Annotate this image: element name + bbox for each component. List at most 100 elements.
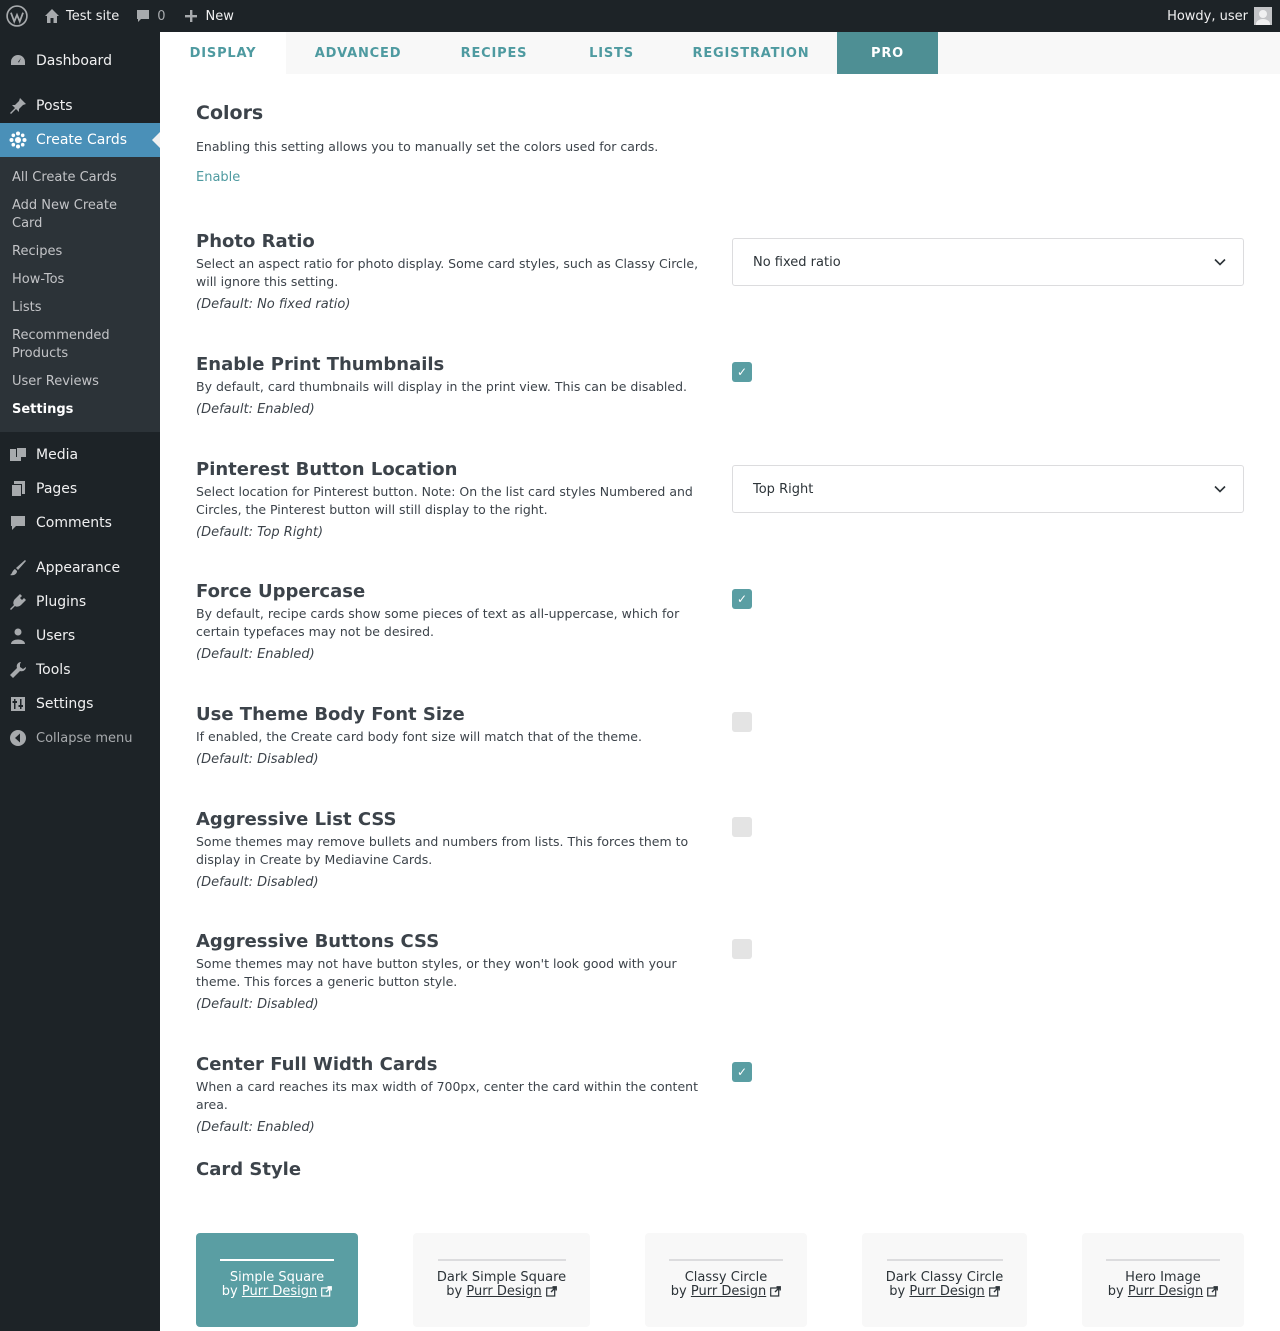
setting-title: Pinterest Button Location [196, 459, 458, 480]
menu-media[interactable]: Media [0, 438, 160, 472]
center-full-width-checkbox[interactable]: ✓ [732, 1062, 752, 1082]
tab-lists[interactable]: LISTS [558, 32, 665, 74]
menu-create-cards[interactable]: Create Cards [0, 123, 160, 157]
card-style-byline: by Purr Design [889, 1284, 1000, 1301]
submenu-lists[interactable]: Lists [0, 294, 160, 322]
menu-tools[interactable]: Tools [0, 653, 160, 687]
submenu-user-reviews[interactable]: User Reviews [0, 368, 160, 396]
tab-advanced[interactable]: ADVANCED [286, 32, 430, 74]
setting-description: When a card reaches its max width of 700… [196, 1079, 698, 1112]
settings-main: DISPLAY ADVANCED RECIPES LISTS REGISTRAT… [160, 32, 1280, 1331]
purr-design-link[interactable]: Purr Design [466, 1284, 541, 1299]
theme-font-size-checkbox[interactable] [732, 712, 752, 732]
menu-posts[interactable]: Posts [0, 89, 160, 123]
purr-design-link[interactable]: Purr Design [1128, 1284, 1203, 1299]
users-icon [8, 626, 28, 646]
purr-design-link[interactable]: Purr Design [691, 1284, 766, 1299]
pushpin-icon [8, 96, 28, 116]
print-thumbnails-checkbox[interactable]: ✓ [732, 362, 752, 382]
by-label: by [1107, 1284, 1124, 1299]
setting-default: (Default: Top Right) [196, 525, 324, 540]
submenu-how-tos[interactable]: How-Tos [0, 266, 160, 294]
menu-posts-label: Posts [36, 98, 73, 114]
setting-default: (Default: Disabled) [196, 997, 319, 1012]
setting-title: Photo Ratio [196, 231, 315, 252]
collapse-menu-button[interactable]: Collapse menu [0, 721, 160, 755]
menu-pages-label: Pages [36, 481, 78, 497]
card-divider [1106, 1259, 1220, 1261]
force-uppercase-checkbox[interactable]: ✓ [732, 589, 752, 609]
photo-ratio-select[interactable]: No fixed ratio [732, 238, 1244, 286]
card-style-name: Dark Simple Square [436, 1270, 567, 1285]
select-value: No fixed ratio [753, 254, 841, 270]
setting-description: Select location for Pinterest button. No… [196, 484, 693, 517]
submenu-recommended-products[interactable]: Recommended Products [0, 322, 110, 368]
menu-dashboard[interactable]: Dashboard [0, 44, 160, 78]
external-link-icon [1207, 1286, 1219, 1301]
card-style-hero-image[interactable]: Hero Image by Purr Design [1082, 1233, 1244, 1327]
submenu-add-new-create-card[interactable]: Add New Create Card [0, 192, 160, 238]
aggressive-list-css-checkbox[interactable] [732, 817, 752, 837]
submenu-all-create-cards[interactable]: All Create Cards [0, 164, 160, 192]
card-style-dark-classy-circle[interactable]: Dark Classy Circle by Purr Design [862, 1233, 1027, 1327]
menu-comments-label: Comments [36, 515, 112, 531]
by-label: by [889, 1284, 906, 1299]
card-divider [437, 1259, 566, 1261]
pinterest-location-select[interactable]: Top Right [732, 465, 1244, 513]
card-style-dark-simple-square[interactable]: Dark Simple Square by Purr Design [413, 1233, 590, 1327]
tab-recipes[interactable]: RECIPES [430, 32, 558, 74]
by-label: by [446, 1284, 463, 1299]
site-name-link[interactable]: Test site [36, 0, 127, 32]
chevron-down-icon [1213, 255, 1227, 273]
menu-settings[interactable]: Settings [0, 687, 160, 721]
setting-description: Select an aspect ratio for photo display… [196, 256, 699, 289]
checkmark-icon: ✓ [736, 592, 748, 606]
menu-users-label: Users [36, 628, 76, 644]
aggressive-buttons-css-checkbox[interactable] [732, 939, 752, 959]
avatar [1254, 7, 1272, 25]
by-label: by [670, 1284, 687, 1299]
setting-description: Some themes may remove bullets and numbe… [196, 834, 689, 867]
new-content-link[interactable]: New [174, 0, 242, 32]
menu-comments[interactable]: Comments [0, 506, 160, 540]
menu-users[interactable]: Users [0, 619, 160, 653]
card-style-simple-square[interactable]: Simple Square by Purr Design [196, 1233, 358, 1327]
setting-title: Aggressive List CSS [196, 809, 397, 830]
create-cards-submenu: All Create Cards Add New Create Card Rec… [0, 157, 160, 432]
submenu-settings[interactable]: Settings [0, 396, 160, 424]
menu-dashboard-label: Dashboard [36, 53, 112, 69]
setting-description: If enabled, the Create card body font si… [196, 729, 642, 744]
card-style-title: Card Style [196, 1159, 302, 1180]
admin-sidebar: Dashboard Posts Create Cards All Create … [0, 32, 160, 1331]
external-link-icon [988, 1286, 1000, 1301]
wordpress-logo-icon[interactable] [0, 0, 36, 32]
menu-plugins[interactable]: Plugins [0, 585, 160, 619]
menu-tools-label: Tools [36, 662, 71, 678]
checkmark-icon: ✓ [736, 365, 748, 379]
submenu-recipes[interactable]: Recipes [0, 238, 160, 266]
plus-icon [184, 9, 198, 23]
tab-display[interactable]: DISPLAY [160, 32, 286, 74]
card-style-options: Simple Square by Purr Design Dark Simple… [196, 1233, 1244, 1327]
tab-pro[interactable]: PRO [837, 32, 938, 74]
purr-design-link[interactable]: Purr Design [909, 1284, 984, 1299]
tab-registration[interactable]: REGISTRATION [665, 32, 837, 74]
colors-enable-link[interactable]: Enable [196, 170, 896, 185]
colors-description: Enabling this setting allows you to manu… [196, 139, 659, 154]
setting-default: (Default: Enabled) [196, 647, 315, 662]
menu-appearance[interactable]: Appearance [0, 551, 160, 585]
my-account-link[interactable]: Howdy, user [1159, 0, 1280, 32]
setting-default: (Default: Disabled) [196, 752, 319, 767]
setting-title: Aggressive Buttons CSS [196, 931, 440, 952]
card-style-byline: by Purr Design [446, 1284, 557, 1301]
pages-icon [8, 479, 28, 499]
menu-pages[interactable]: Pages [0, 472, 160, 506]
card-style-classy-circle[interactable]: Classy Circle by Purr Design [645, 1233, 807, 1327]
setting-title: Enable Print Thumbnails [196, 354, 445, 375]
card-divider [886, 1259, 1003, 1261]
checkmark-icon: ✓ [736, 1065, 748, 1079]
purr-design-link[interactable]: Purr Design [242, 1284, 317, 1299]
paintbrush-icon [8, 558, 28, 578]
comments-link[interactable]: 0 [127, 0, 173, 32]
card-style-name: Hero Image [1125, 1270, 1201, 1285]
